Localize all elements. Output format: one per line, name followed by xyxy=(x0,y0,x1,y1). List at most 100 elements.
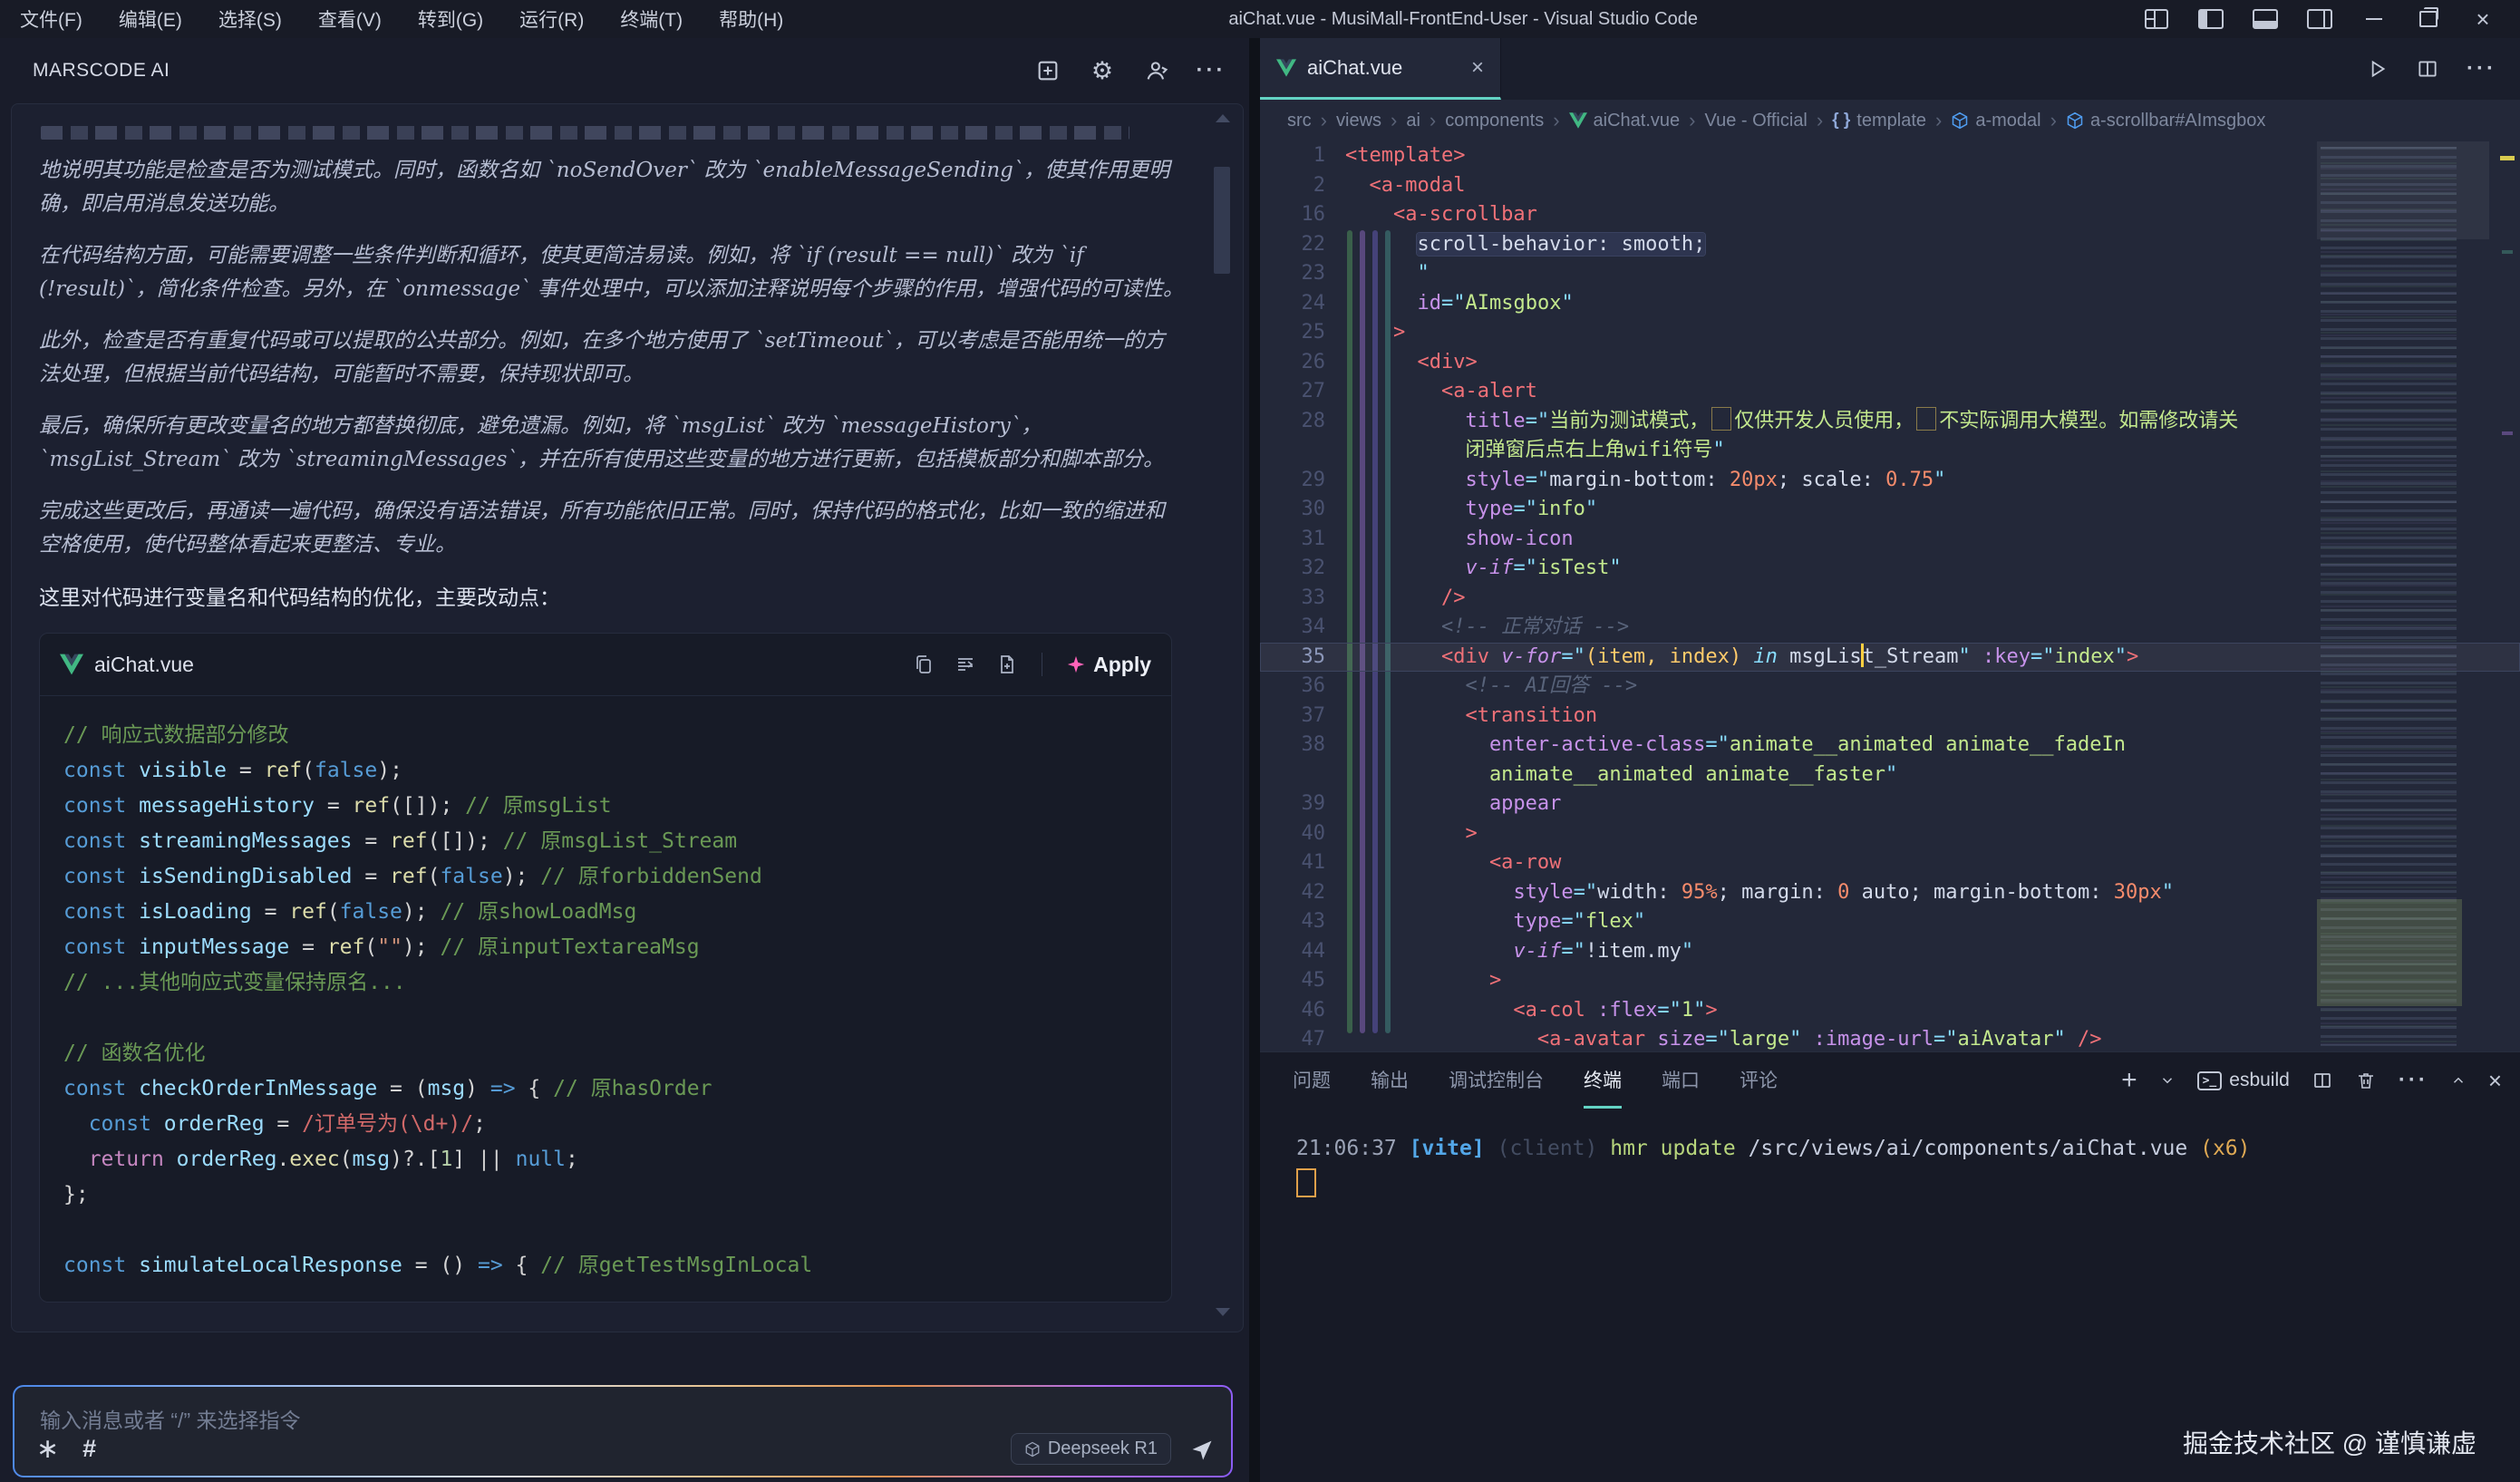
menu-item[interactable]: 编辑(E) xyxy=(119,5,182,33)
code-line[interactable] xyxy=(63,1001,1148,1036)
breadcrumb-item[interactable]: a-scrollbar#AImsgbox xyxy=(2090,111,2265,131)
tab-aichat-vue[interactable]: aiChat.vue × xyxy=(1260,38,1501,100)
code-line[interactable]: const isLoading = ref(false); // 原showLo… xyxy=(63,895,1148,930)
tab-close-icon[interactable]: × xyxy=(1471,55,1484,81)
minimize-button[interactable] xyxy=(2360,8,2388,30)
kill-terminal-icon[interactable] xyxy=(2355,1070,2377,1091)
panel-header: MARSCODE AI ⚙ ··· xyxy=(0,38,1249,103)
breadcrumb-item[interactable]: src xyxy=(1287,111,1312,131)
account-icon[interactable] xyxy=(1142,56,1171,85)
breadcrumb-item[interactable]: components xyxy=(1445,111,1544,131)
menu-item[interactable]: 文件(F) xyxy=(20,5,82,33)
split-editor-icon[interactable] xyxy=(2416,57,2439,81)
more-actions-icon[interactable]: ··· xyxy=(2399,1068,2428,1093)
breadcrumb-item[interactable]: Vue - Official xyxy=(1705,111,1808,131)
overview-ruler[interactable] xyxy=(2491,141,2520,1051)
context-hash-icon[interactable]: # xyxy=(82,1435,96,1463)
code-line[interactable]: const simulateLocalResponse = () => { //… xyxy=(63,1248,1148,1283)
menu-item[interactable]: 选择(S) xyxy=(218,5,282,33)
menu-item[interactable]: 帮助(H) xyxy=(719,5,783,33)
breadcrumb-item[interactable]: template xyxy=(1856,111,1926,131)
menu-item[interactable]: 运行(R) xyxy=(519,5,584,33)
breadcrumb-separator-icon: › xyxy=(1935,109,1942,132)
breadcrumb-item[interactable]: a-modal xyxy=(1975,111,2040,131)
split-terminal-icon[interactable] xyxy=(2312,1070,2333,1091)
gear-icon[interactable]: ⚙ xyxy=(1088,56,1117,85)
chat-input-toolbar: ∗ # Deepseek R1 xyxy=(36,1433,1215,1465)
new-terminal-icon[interactable]: + xyxy=(2121,1065,2137,1096)
breadcrumb-separator-icon: › xyxy=(2050,109,2057,132)
new-file-icon[interactable] xyxy=(996,654,1018,675)
toggle-sidebar-icon[interactable] xyxy=(2197,8,2224,30)
line-number: 46 xyxy=(1260,996,1345,1026)
commands-icon[interactable]: ∗ xyxy=(36,1436,59,1463)
terminal-output[interactable]: 21:06:37 [vite] (client) hmr update /src… xyxy=(1260,1109,2520,1207)
minimap[interactable] xyxy=(2317,141,2489,1051)
close-panel-icon[interactable]: × xyxy=(2488,1067,2502,1095)
line-number: 28 xyxy=(1260,407,1345,437)
breadcrumb-item[interactable]: aiChat.vue xyxy=(1594,111,1681,131)
toggle-panel-icon[interactable] xyxy=(2252,8,2279,30)
line-text: const orderReg = /订单号为(\d+)/; xyxy=(63,1112,486,1136)
code-line[interactable]: // ...其他响应式变量保持原名... xyxy=(63,965,1148,1001)
menu-item[interactable]: 转到(G) xyxy=(418,5,483,33)
editor-tab-bar: aiChat.vue × ··· xyxy=(1260,38,2520,100)
breadcrumb-separator-icon: › xyxy=(1391,109,1397,132)
scroll-up-icon[interactable] xyxy=(1216,114,1230,122)
send-icon[interactable] xyxy=(1189,1437,1215,1462)
terminal-tab[interactable]: 评论 xyxy=(1740,1053,1778,1109)
chevron-down-icon[interactable] xyxy=(2159,1072,2176,1089)
copy-icon[interactable] xyxy=(913,654,935,675)
line-number: 29 xyxy=(1260,466,1345,496)
terminal-tab[interactable]: 端口 xyxy=(1662,1053,1700,1109)
code-line[interactable]: // 响应式数据部分修改 xyxy=(63,718,1148,753)
code-line[interactable]: }; xyxy=(63,1177,1148,1213)
chat-input-inner[interactable]: 输入消息或者 “/” 来选择指令 ∗ # Deepseek R1 xyxy=(15,1387,1231,1476)
ruler-modified-mark xyxy=(2500,156,2515,160)
panel-editor-divider[interactable] xyxy=(1249,38,1260,1482)
scroll-down-icon[interactable] xyxy=(1216,1308,1230,1316)
code-card-filename: aiChat.vue xyxy=(94,653,913,677)
terminal-log-line: 21:06:37 [vite] (client) hmr update /src… xyxy=(1296,1132,2520,1165)
terminal-profile[interactable]: >_ esbuild xyxy=(2197,1070,2290,1091)
marscode-ai-panel: MARSCODE AI ⚙ ··· 地说明其功能是检查是否为测试模式。同时，函数… xyxy=(0,38,1249,1482)
chevron-up-icon[interactable] xyxy=(2450,1072,2467,1089)
code-line[interactable]: const streamingMessages = ref([]); // 原m… xyxy=(63,824,1148,859)
customize-layout-icon[interactable] xyxy=(2143,8,2170,30)
terminal-tab[interactable]: 问题 xyxy=(1293,1053,1331,1109)
more-actions-icon[interactable]: ··· xyxy=(1197,56,1226,85)
chat-scrollbar[interactable] xyxy=(1209,105,1235,1329)
new-chat-icon[interactable] xyxy=(1033,56,1062,85)
terminal-tab[interactable]: 输出 xyxy=(1371,1053,1409,1109)
insert-code-icon[interactable] xyxy=(955,654,976,675)
code-line[interactable]: const orderReg = /订单号为(\d+)/; xyxy=(63,1107,1148,1142)
line-text: const simulateLocalResponse = () => { //… xyxy=(63,1254,812,1277)
line-text: const messageHistory = ref([]); // 原msgL… xyxy=(63,794,612,818)
restore-button[interactable] xyxy=(2415,8,2442,30)
code-line[interactable] xyxy=(63,1213,1148,1248)
scrollbar-thumb[interactable] xyxy=(1214,167,1230,274)
code-line[interactable]: const visible = ref(false); xyxy=(63,753,1148,789)
code-line[interactable]: const inputMessage = ref(""); // 原inputT… xyxy=(63,930,1148,965)
line-number: 32 xyxy=(1260,554,1345,584)
menu-item[interactable]: 终端(T) xyxy=(620,5,683,33)
code-line[interactable]: return orderReg.exec(msg)?.[1] || null; xyxy=(63,1142,1148,1177)
terminal-header: 问题输出调试控制台终端端口评论 + >_ esbuild ··· xyxy=(1260,1052,2520,1109)
breadcrumb-item[interactable]: views xyxy=(1336,111,1381,131)
line-number: 16 xyxy=(1260,200,1345,230)
terminal-tab[interactable]: 终端 xyxy=(1584,1053,1622,1109)
terminal-tab[interactable]: 调试控制台 xyxy=(1449,1053,1544,1109)
code-line[interactable]: const isSendingDisabled = ref(false); //… xyxy=(63,859,1148,895)
menu-item[interactable]: 查看(V) xyxy=(318,5,382,33)
apply-button[interactable]: Apply xyxy=(1066,653,1151,677)
close-button[interactable]: × xyxy=(2469,8,2496,30)
code-editor[interactable]: 1<template>2 <a-modal16 <a-scrollbar22 s… xyxy=(1260,141,2520,1051)
breadcrumb-item[interactable]: ai xyxy=(1406,111,1420,131)
model-selector[interactable]: Deepseek R1 xyxy=(1011,1433,1171,1465)
code-line[interactable]: const checkOrderInMessage = (msg) => { /… xyxy=(63,1071,1148,1107)
run-icon[interactable] xyxy=(2365,57,2389,81)
more-actions-icon[interactable]: ··· xyxy=(2467,56,2496,82)
code-line[interactable]: const messageHistory = ref([]); // 原msgL… xyxy=(63,789,1148,824)
code-line[interactable]: // 函数名优化 xyxy=(63,1036,1148,1071)
toggle-secondary-sidebar-icon[interactable] xyxy=(2306,8,2333,30)
